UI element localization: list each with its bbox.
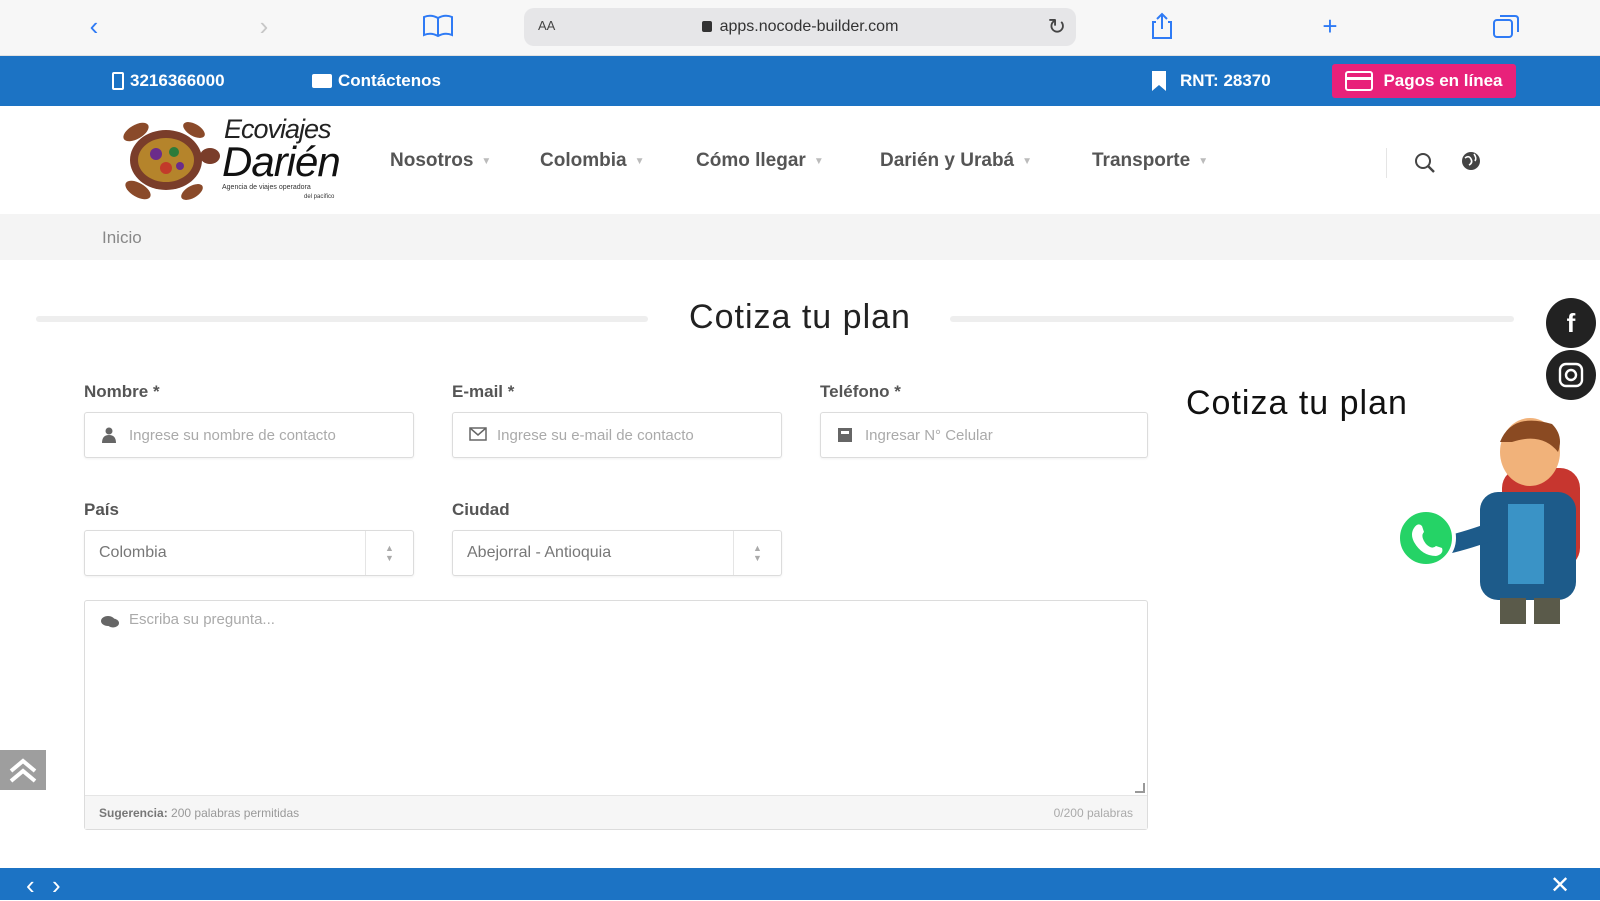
rnt-text: RNT: 28370: [1180, 71, 1271, 90]
whatsapp-mascot[interactable]: [1392, 412, 1600, 626]
tabs-icon[interactable]: [1488, 10, 1524, 42]
double-chevron-up-icon: [9, 758, 37, 783]
textarea-footer: Sugerencia: 200 palabras permitidas 0/20…: [85, 795, 1147, 829]
mobile-phone-icon: [112, 72, 124, 90]
question-field-wrapper: Sugerencia: 200 palabras permitidas 0/20…: [84, 600, 1148, 830]
nav-transporte[interactable]: Transporte ▼: [1092, 150, 1208, 172]
envelope-icon: [469, 427, 487, 443]
nav-divider: [1386, 148, 1387, 178]
bottom-toolbar: ‹ › ✕: [0, 868, 1600, 900]
question-textarea[interactable]: [129, 611, 1135, 791]
url-display: apps.nocode-builder.com: [524, 18, 1076, 36]
logo-tagline: Agencia de viajes operadora: [222, 184, 311, 191]
comments-icon: [101, 615, 119, 631]
select-arrows-icon: ▲ ▼: [365, 531, 413, 575]
chevron-down-icon: ▼: [813, 155, 824, 167]
city-select[interactable]: Abejorral - Antioquia ▲ ▼: [452, 530, 782, 576]
facebook-icon[interactable]: f: [1546, 298, 1596, 348]
nav-label: Colombia: [540, 150, 627, 171]
phone-link[interactable]: 3216366000: [112, 71, 225, 91]
search-icon[interactable]: [1414, 152, 1436, 179]
promo-title: Cotiza tu plan: [1186, 384, 1408, 422]
logo-tagline2: del pacífico: [304, 194, 335, 200]
hint-label: Sugerencia:: [99, 806, 168, 820]
nav-label: Darién y Urabá: [880, 150, 1015, 171]
contact-label: Contáctenos: [338, 71, 441, 90]
back-icon[interactable]: ‹: [76, 10, 112, 42]
nav-label: Transporte: [1092, 150, 1191, 171]
bookmark-icon: [1152, 71, 1166, 91]
envelope-icon: [312, 74, 332, 88]
forward-icon[interactable]: ›: [246, 10, 282, 42]
resize-handle-icon[interactable]: [1135, 783, 1145, 793]
breadcrumb-home[interactable]: Inicio: [102, 228, 142, 248]
phone-book-icon: [837, 427, 853, 443]
nav-label: Nosotros: [390, 150, 474, 171]
chevron-down-icon: ▼: [634, 155, 645, 167]
user-icon: [101, 427, 117, 443]
title-divider-left: [36, 316, 648, 322]
nav-nosotros[interactable]: Nosotros ▼: [390, 150, 491, 172]
logo-line2: Darién: [222, 138, 341, 185]
hint-value: 200 palabras permitidas: [171, 806, 300, 820]
select-arrows-icon: ▲ ▼: [733, 531, 781, 575]
email-label: E-mail *: [452, 382, 515, 401]
city-value: Abejorral - Antioquia: [467, 544, 612, 561]
browser-toolbar: ‹ › AA apps.nocode-builder.com ↻ +: [0, 0, 1600, 56]
country-value: Colombia: [99, 544, 167, 561]
name-label: Nombre *: [84, 382, 160, 401]
phone-label: Teléfono *: [820, 382, 901, 401]
phone-number: 3216366000: [130, 71, 225, 90]
instagram-icon[interactable]: [1546, 350, 1596, 400]
chevron-down-icon: ▼: [481, 155, 492, 167]
country-label: País: [84, 500, 119, 519]
online-payments-label: Pagos en línea: [1383, 71, 1503, 90]
chevron-down-icon: ▼: [1198, 155, 1209, 167]
rnt-badge: RNT: 28370: [1150, 71, 1271, 91]
mascot-illustration: [1396, 418, 1580, 624]
word-count: 0/200 palabras: [1053, 806, 1133, 820]
email-input[interactable]: [497, 413, 773, 457]
online-payments-button[interactable]: Pagos en línea: [1332, 64, 1516, 98]
contact-link[interactable]: Contáctenos: [312, 71, 441, 91]
chevron-down-icon: ▼: [1022, 155, 1033, 167]
name-field-wrapper: [84, 412, 414, 458]
site-logo[interactable]: Ecoviajes Darién Agencia de viajes opera…: [108, 112, 352, 208]
country-select[interactable]: Colombia ▲ ▼: [84, 530, 414, 576]
title-divider-right: [950, 316, 1514, 322]
nav-label: Cómo llegar: [696, 150, 806, 171]
bookmarks-icon[interactable]: [420, 10, 456, 42]
credit-card-icon: [1345, 71, 1374, 91]
previous-icon[interactable]: ‹: [26, 870, 35, 901]
page-title: Cotiza tu plan: [689, 298, 911, 336]
next-icon[interactable]: ›: [52, 870, 61, 901]
reload-icon[interactable]: ↻: [1048, 14, 1066, 40]
globe-icon[interactable]: [1460, 150, 1482, 177]
phone-input[interactable]: [865, 413, 1139, 457]
new-tab-icon[interactable]: +: [1312, 10, 1348, 42]
url-text: apps.nocode-builder.com: [719, 18, 899, 35]
name-input[interactable]: [129, 413, 405, 457]
close-icon[interactable]: ✕: [1550, 871, 1570, 900]
nav-darien-uraba[interactable]: Darién y Urabá ▼: [880, 150, 1032, 172]
nav-colombia[interactable]: Colombia ▼: [540, 150, 644, 172]
email-field-wrapper: [452, 412, 782, 458]
phone-field-wrapper: [820, 412, 1148, 458]
share-icon[interactable]: [1144, 10, 1180, 42]
nav-como-llegar[interactable]: Cómo llegar ▼: [696, 150, 824, 172]
lock-icon: [701, 21, 712, 32]
scroll-to-top-button[interactable]: [0, 750, 46, 790]
address-bar[interactable]: AA apps.nocode-builder.com ↻: [524, 8, 1076, 46]
breadcrumb: Inicio: [0, 214, 1600, 260]
hint-text: Sugerencia: 200 palabras permitidas: [99, 806, 299, 820]
city-label: Ciudad: [452, 500, 510, 519]
